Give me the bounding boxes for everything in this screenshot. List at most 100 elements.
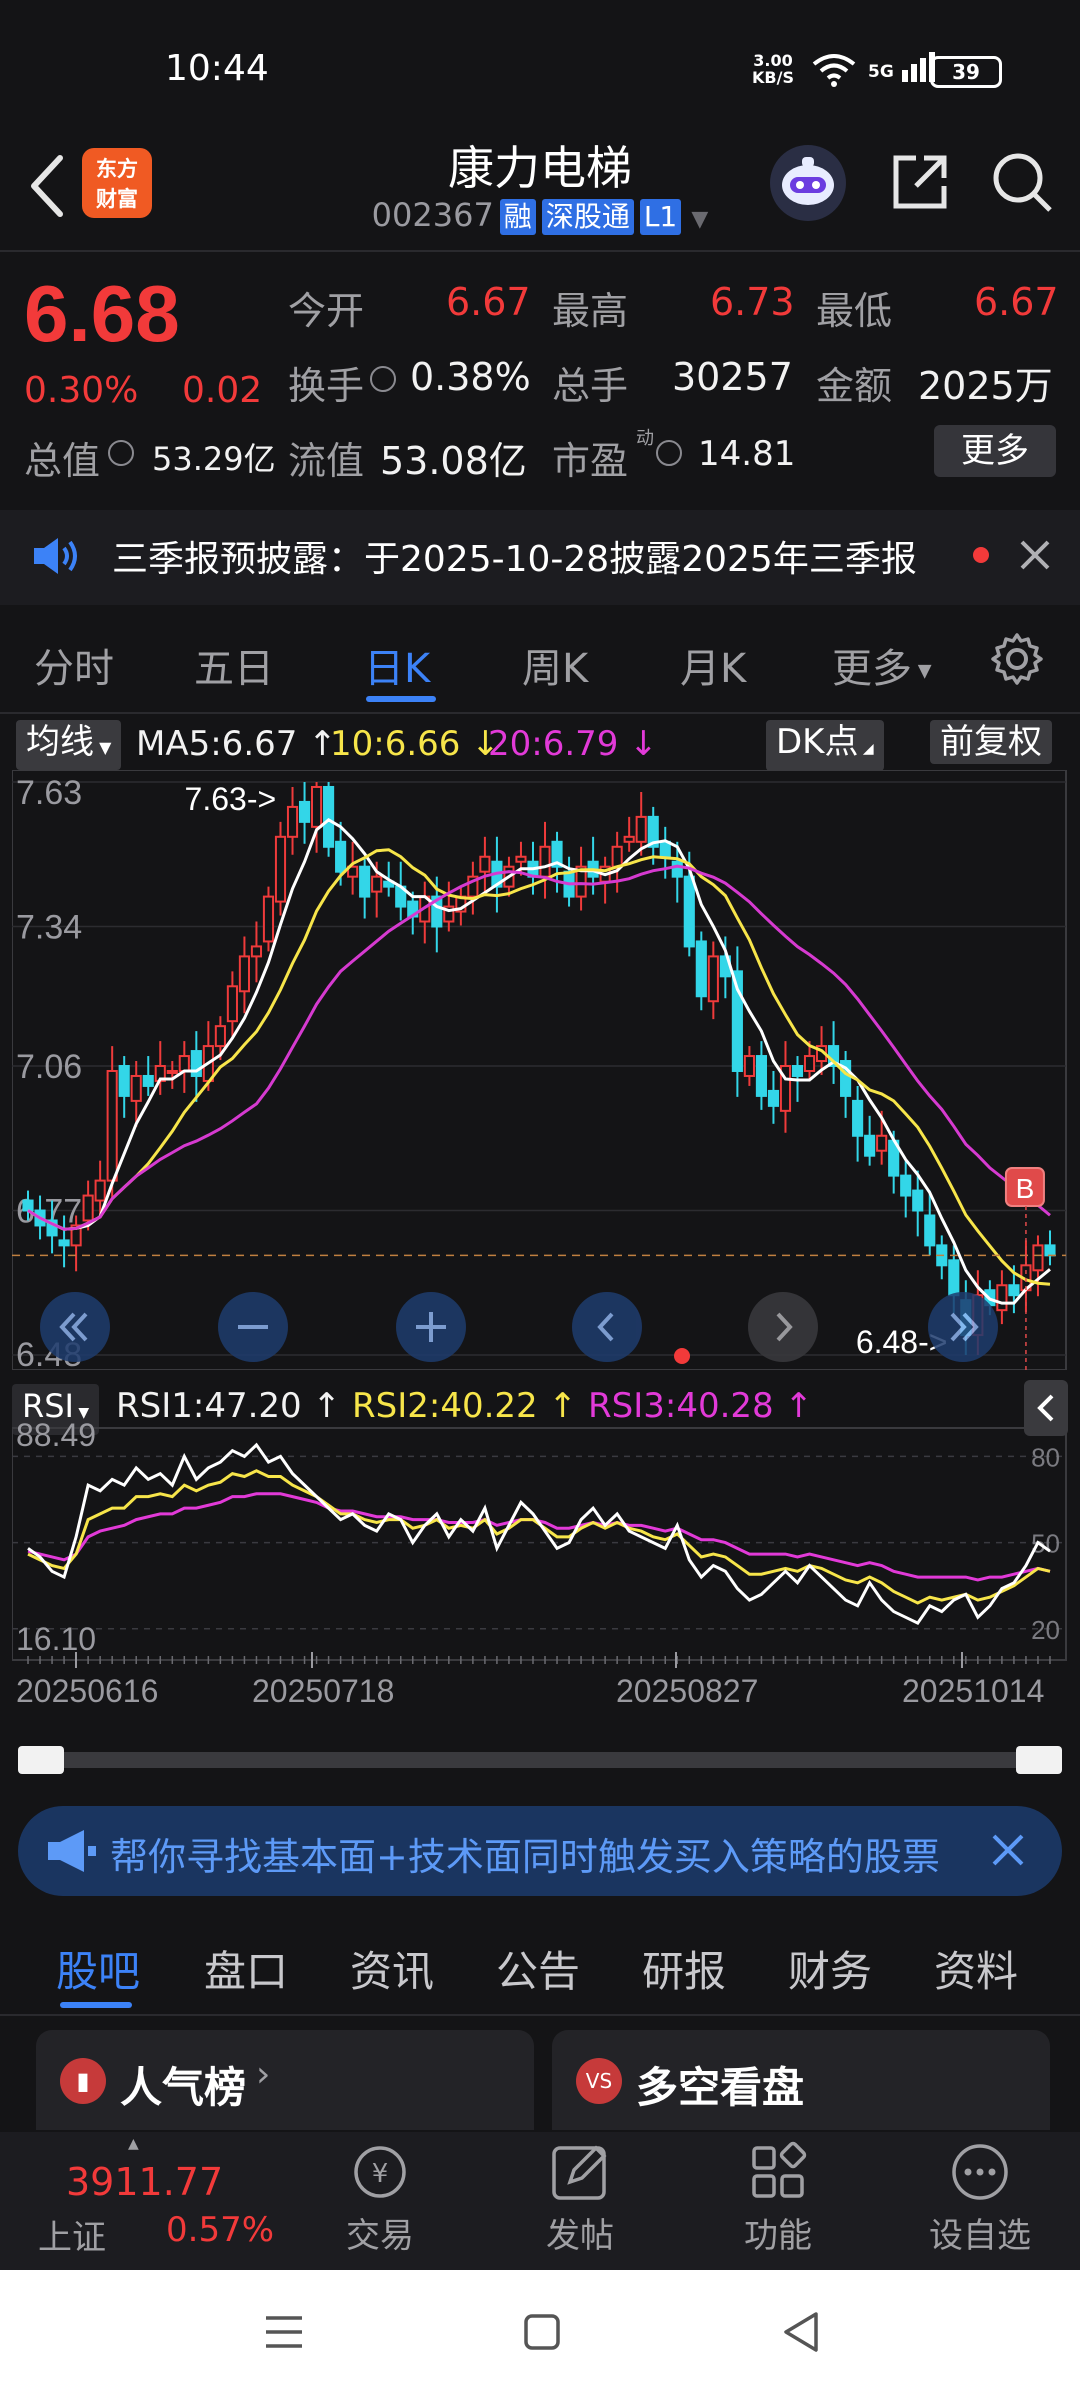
content-tabs-divider — [0, 2014, 1080, 2016]
candle-body — [118, 1065, 130, 1097]
ma10-value: 10:6.66 ↓ — [330, 724, 500, 764]
tab-profile[interactable]: 资料 — [934, 1938, 1018, 1999]
function-button[interactable]: 功能 — [728, 2140, 828, 2257]
tab-more[interactable]: 更多 ▼ — [832, 636, 932, 694]
rsi-chart[interactable]: 80 50 20 88.49 16.10 20250616 20250718 20250827… — [12, 1380, 1068, 1740]
caret-up-icon: ▲ — [128, 2136, 139, 2152]
ma20-text: 20:6.79 — [488, 724, 619, 764]
index-value[interactable]: 3911.77 — [66, 2160, 223, 2204]
float-cap-value: 53.08亿 — [380, 439, 527, 483]
tag-margin: 融 — [499, 199, 536, 235]
x-date-label: 20250827 — [616, 1673, 758, 1709]
amount-value: 2025万 — [918, 364, 1053, 408]
scroll-right-fast-button[interactable] — [928, 1292, 998, 1362]
info-icon[interactable] — [370, 366, 396, 392]
index-change[interactable]: 0.57% — [166, 2210, 274, 2250]
candle-body — [671, 860, 683, 878]
info-icon[interactable] — [656, 440, 682, 466]
close-icon[interactable] — [1018, 538, 1052, 572]
kline-chart[interactable]: 7.637.347.066.776.487.63->6.48->B — [12, 770, 1068, 1370]
popularity-card[interactable] — [36, 2030, 534, 2130]
rsi-min-label: 16.10 — [16, 1621, 96, 1657]
candle-body — [683, 875, 695, 948]
tab-research[interactable]: 研报 — [642, 1938, 726, 1999]
settings-gear-icon[interactable] — [990, 632, 1044, 686]
banner-text[interactable]: 帮你寻找基本面+技术面同时触发买入策略的股票 — [110, 1826, 980, 1881]
candle-body — [226, 985, 238, 1023]
index-name[interactable]: 上证 — [38, 2210, 106, 2259]
tab-financials[interactable]: 财务 — [788, 1938, 872, 1999]
wifi-icon — [812, 54, 856, 87]
candle-body — [238, 955, 250, 993]
tab-announcements[interactable]: 公告 — [496, 1938, 580, 1999]
share-icon[interactable] — [888, 150, 952, 214]
indicator-selector[interactable]: 均线 ▼ — [16, 720, 122, 770]
tab-five-day[interactable]: 五日 — [194, 636, 274, 694]
range-handle-right[interactable] — [1016, 1746, 1062, 1774]
scroll-left-fast-button[interactable] — [40, 1292, 110, 1362]
open-label: 今开 — [288, 289, 365, 333]
notice-text[interactable]: 三季报预披露：于2025-10-28披露2025年三季报 — [112, 530, 917, 582]
vs-icon: VS — [576, 2058, 622, 2104]
tab-weekly-k[interactable]: 周K — [522, 636, 588, 694]
info-icon[interactable] — [108, 440, 134, 466]
trade-icon: ¥ — [354, 2146, 406, 2198]
tag-level: L1 — [639, 199, 682, 235]
candle-body — [371, 875, 383, 893]
low-value: 6.67 — [974, 280, 1059, 324]
tab-orderbook[interactable]: 盘口 — [204, 1938, 288, 1999]
active-tab-underline — [366, 696, 436, 702]
y-tick-label: 7.06 — [16, 1048, 82, 1086]
menu-icon[interactable] — [262, 2310, 306, 2354]
volume-value: 30257 — [672, 355, 793, 399]
dk-point-button[interactable]: DK点 ◢ — [766, 720, 884, 771]
search-icon[interactable] — [990, 150, 1054, 214]
candle-body — [539, 845, 551, 878]
close-icon[interactable] — [990, 1832, 1026, 1868]
popularity-card-title: 人气榜 — [120, 2063, 247, 2112]
event-dot — [674, 1348, 690, 1364]
chart-range-scrollbar[interactable] — [20, 1752, 1060, 1768]
back-icon[interactable] — [780, 2310, 824, 2354]
tab-news[interactable]: 资讯 — [350, 1938, 434, 1999]
change-amount: 0.02 — [182, 370, 263, 411]
candle-body — [1032, 1244, 1044, 1272]
candle-body — [311, 785, 323, 828]
post-button[interactable]: 发帖 — [530, 2140, 630, 2257]
adjust-mode-button[interactable]: 前复权 — [930, 720, 1052, 764]
post-label: 发帖 — [546, 2216, 614, 2256]
assistant-robot-icon[interactable] — [770, 145, 846, 221]
tabs-divider — [0, 712, 1080, 714]
range-handle-left[interactable] — [18, 1746, 64, 1774]
zoom-in-button[interactable] — [396, 1292, 466, 1362]
scroll-left-button[interactable] — [572, 1292, 642, 1362]
svg-text:¥: ¥ — [372, 2159, 389, 2189]
candle-body — [359, 865, 371, 898]
chevron-right-icon: › — [256, 2054, 271, 2095]
rsi-max-label: 88.49 — [16, 1417, 96, 1453]
home-icon[interactable] — [522, 2312, 562, 2352]
rsi-right-tick: 80 — [1031, 1442, 1060, 1472]
candle-body — [22, 1199, 34, 1212]
tab-intraday[interactable]: 分时 — [34, 636, 114, 694]
megaphone-icon — [48, 1830, 96, 1872]
add-watchlist-button[interactable]: 设自选 — [920, 2140, 1040, 2257]
tab-daily-k[interactable]: 日K — [364, 636, 430, 694]
candle-body — [707, 955, 719, 1003]
tab-forum[interactable]: 股吧 — [56, 1938, 140, 1999]
tag-connect: 深股通 — [541, 199, 634, 235]
rsi-series-line — [27, 1442, 1051, 1625]
ma20-value: 20:6.79 ↓ — [488, 724, 658, 764]
function-label: 功能 — [744, 2216, 812, 2256]
x-date-label: 20251014 — [902, 1673, 1044, 1709]
trade-button[interactable]: ¥ 交易 — [330, 2140, 430, 2257]
market-cap-label: 总值 — [24, 439, 101, 483]
scroll-right-button[interactable] — [748, 1292, 818, 1362]
ma10-text: 10:6.66 — [330, 724, 461, 764]
rsi-series-line — [27, 1469, 1051, 1605]
candle-body — [924, 1214, 936, 1247]
zoom-out-button[interactable] — [218, 1292, 288, 1362]
candle-body — [130, 1074, 142, 1102]
tab-monthly-k[interactable]: 月K — [680, 636, 746, 694]
more-quote-button[interactable]: 更多 — [934, 425, 1056, 477]
